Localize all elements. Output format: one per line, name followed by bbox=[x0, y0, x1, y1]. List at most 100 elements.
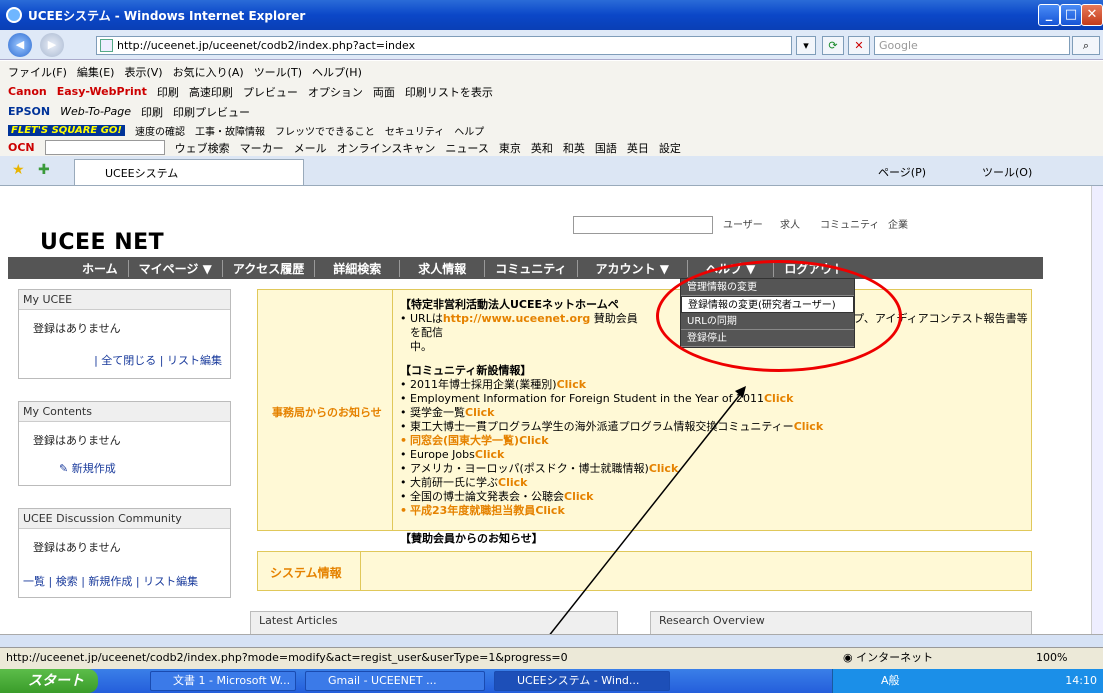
nav-mypage[interactable]: マイページ ▼ bbox=[129, 259, 223, 277]
flets-speed-button[interactable]: 速度の確認 bbox=[135, 123, 185, 138]
my-ucee-links[interactable]: | 全て閉じる | リスト編集 bbox=[19, 352, 230, 368]
menu-tools[interactable]: ツール(T) bbox=[254, 64, 302, 80]
ocn-settings-button[interactable]: 設定 bbox=[659, 140, 681, 156]
minimize-button[interactable]: _ bbox=[1038, 4, 1060, 26]
site-search-input[interactable] bbox=[573, 216, 713, 234]
ocn-news-button[interactable]: ニュース bbox=[445, 140, 488, 156]
menu-favorites[interactable]: お気に入り(A) bbox=[173, 64, 244, 80]
uceenet-link[interactable]: http://www.uceenet.org bbox=[443, 312, 590, 325]
flets-security-button[interactable]: セキュリティ bbox=[385, 123, 444, 138]
ocn-einichi-button[interactable]: 英日 bbox=[627, 140, 649, 156]
ocn-marker-button[interactable]: マーカー bbox=[240, 140, 284, 156]
list-item: 奨学金一覧Click bbox=[400, 406, 1028, 420]
search-input[interactable]: Google bbox=[874, 36, 1070, 55]
vertical-scrollbar[interactable] bbox=[1092, 186, 1103, 634]
click-link[interactable]: Click bbox=[498, 476, 527, 489]
discussion-links[interactable]: 一覧 | 検索 | 新規作成 | リスト編集 bbox=[19, 555, 230, 589]
back-button[interactable]: ◀ bbox=[8, 33, 32, 57]
canon-print-button[interactable]: 印刷 bbox=[157, 84, 179, 100]
ie-icon bbox=[6, 7, 22, 23]
search-tab-company[interactable]: 企業 bbox=[888, 216, 908, 231]
epson-preview-button[interactable]: 印刷プレビュー bbox=[173, 104, 250, 120]
flets-features-button[interactable]: フレッツでできること bbox=[275, 123, 375, 138]
ocn-weather-button[interactable]: 東京 bbox=[499, 140, 521, 156]
ocn-waei-button[interactable]: 和英 bbox=[563, 140, 585, 156]
search-tab-user[interactable]: ユーザー bbox=[723, 216, 763, 231]
click-link[interactable]: Click bbox=[764, 392, 793, 405]
add-favorites-icon[interactable]: ✚ bbox=[38, 162, 50, 178]
ocn-mail-button[interactable]: メール bbox=[294, 140, 327, 156]
nav-history[interactable]: アクセス履歴 bbox=[223, 259, 316, 277]
latest-articles-box: Latest Articles bbox=[250, 611, 618, 634]
address-dropdown-button[interactable]: ▾ bbox=[796, 36, 816, 55]
ocn-logo[interactable]: OCN bbox=[8, 141, 35, 154]
menu-edit[interactable]: 編集(E) bbox=[77, 64, 115, 80]
ocn-web-search-button[interactable]: ウェブ検索 bbox=[175, 140, 230, 156]
search-icon[interactable]: ⌕ bbox=[1072, 36, 1100, 55]
new-content-link[interactable]: ✎ 新規作成 bbox=[19, 448, 230, 476]
close-button[interactable]: ✕ bbox=[1081, 4, 1103, 26]
canon-fastprint-button[interactable]: 高速印刷 bbox=[189, 84, 233, 100]
flets-maintenance-button[interactable]: 工事・故障情報 bbox=[195, 123, 265, 138]
menu-view[interactable]: 表示(V) bbox=[124, 64, 162, 80]
tab-tools-menu[interactable]: ツール(O) bbox=[982, 164, 1032, 180]
easy-webprint-button[interactable]: Easy-WebPrint bbox=[57, 85, 147, 98]
ocn-toolbar: OCN ウェブ検索 マーカー メール オンラインスキャン ニュース 東京 英和 … bbox=[0, 139, 1103, 156]
list-item: Europe JobsClick bbox=[400, 448, 1028, 462]
nav-home[interactable]: ホーム bbox=[8, 259, 129, 277]
list-item: 2011年博士採用企業(業種別)Click bbox=[400, 378, 1028, 392]
click-link[interactable]: Click bbox=[564, 490, 593, 503]
my-ucee-title: My UCEE bbox=[19, 290, 230, 310]
click-link[interactable]: Click bbox=[535, 504, 564, 517]
nav-account[interactable]: アカウント ▼ bbox=[578, 259, 688, 277]
list-item: 全国の博士論文発表会・公聴会Click bbox=[400, 490, 1028, 504]
maximize-button[interactable]: □ bbox=[1060, 4, 1082, 26]
click-link[interactable]: Click bbox=[465, 406, 494, 419]
nav-search[interactable]: 詳細検索 bbox=[315, 259, 401, 277]
stop-button[interactable]: ✕ bbox=[848, 36, 870, 55]
epson-logo: EPSON bbox=[8, 105, 51, 118]
clock: 14:10 bbox=[1065, 674, 1097, 687]
canon-printlist-button[interactable]: 印刷リストを表示 bbox=[405, 84, 493, 100]
menu-help[interactable]: ヘルプ(H) bbox=[312, 64, 362, 80]
flets-help-button[interactable]: ヘルプ bbox=[454, 123, 484, 138]
task-gmail[interactable]: Gmail - UCEENET ... bbox=[305, 671, 485, 691]
epson-print-button[interactable]: 印刷 bbox=[141, 104, 163, 120]
address-bar[interactable]: http://uceenet.jp/uceenet/codb2/index.ph… bbox=[96, 36, 792, 55]
forward-button[interactable]: ▶ bbox=[40, 33, 64, 57]
click-link[interactable]: Click bbox=[557, 378, 586, 391]
task-ucee[interactable]: UCEEシステム - Wind... bbox=[494, 671, 670, 691]
task-word[interactable]: 文書 1 - Microsoft W... bbox=[150, 671, 296, 691]
list-item: 同窓会(国東大学一覧)Click bbox=[400, 434, 1028, 448]
horizontal-scrollbar[interactable] bbox=[0, 634, 1103, 647]
list-item: 平成23年度就職担当教員Click bbox=[400, 504, 1028, 518]
refresh-button[interactable]: ⟳ bbox=[822, 36, 844, 55]
canon-preview-button[interactable]: プレビュー bbox=[243, 84, 298, 100]
menu-file[interactable]: ファイル(F) bbox=[8, 64, 67, 80]
ocn-eiwa-button[interactable]: 英和 bbox=[531, 140, 553, 156]
tab-ucee[interactable]: UCEEシステム bbox=[74, 159, 304, 185]
ime-indicator[interactable]: A般 bbox=[881, 674, 900, 687]
canon-duplex-button[interactable]: 両面 bbox=[373, 84, 395, 100]
zoom-level[interactable]: 100% bbox=[1036, 648, 1067, 668]
nav-jobs[interactable]: 求人情報 bbox=[400, 259, 486, 277]
tab-page-menu[interactable]: ページ(P) bbox=[878, 164, 926, 180]
ocn-kokugo-button[interactable]: 国語 bbox=[595, 140, 617, 156]
click-link[interactable]: Click bbox=[794, 420, 823, 433]
search-tab-community[interactable]: コミュニティ bbox=[820, 216, 879, 231]
click-link[interactable]: Click bbox=[519, 434, 548, 447]
ocn-scan-button[interactable]: オンラインスキャン bbox=[337, 140, 436, 156]
canon-options-button[interactable]: オプション bbox=[308, 84, 363, 100]
web-to-page-button[interactable]: Web-To-Page bbox=[60, 105, 131, 118]
nav-community[interactable]: コミュニティ bbox=[485, 259, 578, 277]
favorites-star-icon[interactable]: ★ bbox=[12, 162, 25, 178]
ocn-search-input[interactable] bbox=[44, 140, 165, 155]
click-link[interactable]: Click bbox=[649, 462, 678, 475]
site-logo[interactable]: UCEE NET bbox=[40, 230, 164, 255]
search-tab-jobs[interactable]: 求人 bbox=[780, 216, 800, 231]
click-link[interactable]: Click bbox=[475, 448, 504, 461]
start-button[interactable]: スタート bbox=[0, 669, 98, 693]
status-bar: http://uceenet.jp/uceenet/codb2/index.ph… bbox=[0, 647, 1103, 669]
flets-logo[interactable]: FLET'S SQUARE GO! bbox=[8, 124, 125, 136]
taskbar: スタート 文書 1 - Microsoft W... Gmail - UCEEN… bbox=[0, 669, 1103, 693]
